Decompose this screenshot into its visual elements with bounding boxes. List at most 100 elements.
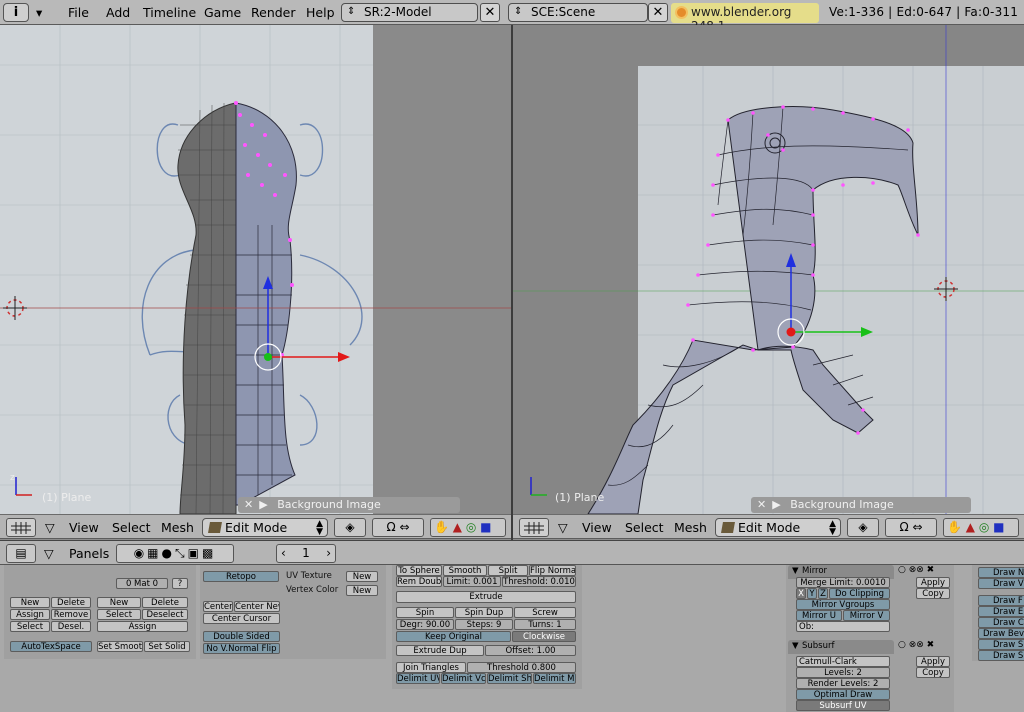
- right-arrow-icon[interactable]: ›: [326, 545, 331, 562]
- material-select-button[interactable]: Select: [97, 609, 141, 620]
- info-window-type-button[interactable]: i: [3, 3, 29, 22]
- delete-scene-button[interactable]: ✕: [648, 3, 668, 22]
- triangle-icon[interactable]: ▲: [966, 520, 975, 534]
- draw-type-button[interactable]: ◈: [847, 518, 879, 537]
- extrude-dup-button[interactable]: Extrude Dup: [396, 645, 484, 656]
- material-new-button[interactable]: New: [97, 597, 141, 608]
- smooth-button[interactable]: Smooth: [443, 565, 487, 576]
- background-image-bar[interactable]: ✕ ▶ Background Image: [238, 497, 460, 513]
- editing-icon[interactable]: ▣: [188, 546, 202, 560]
- vgroup-select-button[interactable]: Select: [10, 621, 50, 632]
- draw-type-button[interactable]: ◈: [334, 518, 366, 537]
- spin-dup-button[interactable]: Spin Dup: [455, 607, 513, 618]
- mirror-object-field[interactable]: Ob:: [796, 621, 890, 632]
- axis-y-toggle[interactable]: Y: [807, 588, 817, 599]
- modifier-controls-icon[interactable]: ○ ⊗⊗ ✖: [898, 640, 934, 650]
- delete-screen-button[interactable]: ✕: [480, 3, 500, 22]
- flip-normal-button[interactable]: Flip Normal: [529, 565, 576, 576]
- center-button[interactable]: Center: [203, 601, 233, 612]
- square-icon[interactable]: ■: [993, 520, 1004, 534]
- material-deselect-button[interactable]: Deselect: [142, 609, 188, 620]
- turns-field[interactable]: Turns: 1: [514, 619, 576, 630]
- expand-arrow-icon[interactable]: ▼: [792, 641, 799, 651]
- menu-timeline[interactable]: Timeline: [143, 5, 196, 20]
- menu-select[interactable]: Select: [625, 520, 664, 535]
- menu-collapse-arrow[interactable]: ▾: [36, 5, 42, 20]
- mirror-copy-button[interactable]: Copy: [916, 588, 950, 599]
- menu-collapse-arrow[interactable]: ▽: [558, 520, 568, 535]
- editor-type-button[interactable]: ▤: [6, 544, 36, 563]
- draw-seams-toggle[interactable]: Draw S: [978, 639, 1024, 650]
- axis-x-toggle[interactable]: X: [796, 588, 806, 599]
- editor-type-button[interactable]: [519, 518, 549, 537]
- menu-collapse-arrow[interactable]: ▽: [44, 546, 54, 561]
- menu-collapse-arrow[interactable]: ▽: [45, 520, 55, 535]
- pivot-button[interactable]: Ω ⇔: [885, 518, 937, 537]
- mirror-u-toggle[interactable]: Mirror U: [796, 610, 842, 621]
- merge-limit-field[interactable]: Merge Limit: 0.0010: [796, 577, 890, 588]
- menu-render[interactable]: Render: [251, 5, 296, 20]
- menu-mesh[interactable]: Mesh: [161, 520, 194, 535]
- menu-file[interactable]: File: [68, 5, 89, 20]
- scene-icon[interactable]: ▩: [202, 546, 216, 560]
- editor-type-button[interactable]: [6, 518, 36, 537]
- context-buttons[interactable]: ◉▦●⤡▣▩: [116, 544, 234, 563]
- blender-url-badge[interactable]: www.blender.org 248.1: [671, 3, 819, 33]
- mirror-v-toggle[interactable]: Mirror V: [843, 610, 890, 621]
- manipulator-buttons[interactable]: ✋ ▲ ◎ ■: [430, 518, 506, 537]
- menu-mesh[interactable]: Mesh: [674, 520, 707, 535]
- draw-normals-toggle[interactable]: Draw No: [978, 567, 1024, 578]
- modifier-controls-icon[interactable]: ○ ⊗⊗ ✖: [898, 565, 934, 575]
- to-sphere-button[interactable]: To Sphere: [396, 565, 442, 576]
- vgroup-desel-button[interactable]: Desel.: [51, 621, 91, 632]
- shading-icon[interactable]: ●: [162, 546, 175, 560]
- subsurf-apply-button[interactable]: Apply: [916, 656, 950, 667]
- expand-arrow-icon[interactable]: ▼: [792, 566, 799, 576]
- uv-texture-new-button[interactable]: New: [346, 571, 378, 582]
- menu-add[interactable]: Add: [106, 5, 130, 20]
- set-solid-button[interactable]: Set Solid: [144, 641, 190, 652]
- subsurf-type-selector[interactable]: Catmull-Clark: [796, 656, 890, 667]
- mirror-vgroups-toggle[interactable]: Mirror Vgroups: [796, 599, 890, 610]
- left-arrow-icon[interactable]: ‹: [281, 545, 286, 562]
- circle-icon[interactable]: ◎: [466, 520, 476, 534]
- menu-view[interactable]: View: [582, 520, 612, 535]
- delimit-ma-toggle[interactable]: Delimit Ma: [533, 673, 576, 684]
- material-delete-button[interactable]: Delete: [142, 597, 188, 608]
- spin-button[interactable]: Spin: [396, 607, 454, 618]
- logic-icon[interactable]: ◉: [134, 546, 147, 560]
- triangle-icon[interactable]: ▲: [453, 520, 462, 534]
- keep-original-toggle[interactable]: Keep Original: [396, 631, 511, 642]
- vgroup-new-button[interactable]: New: [10, 597, 50, 608]
- threshold-2-field[interactable]: Threshold 0.800: [467, 662, 576, 673]
- draw-edges-toggle[interactable]: Draw E: [978, 606, 1024, 617]
- menu-game[interactable]: Game: [204, 5, 241, 20]
- offset-field[interactable]: Offset: 1.00: [485, 645, 576, 656]
- screw-button[interactable]: Screw: [514, 607, 576, 618]
- material-index-field[interactable]: 0 Mat 0: [116, 578, 168, 589]
- mode-selector[interactable]: Edit Mode ▲ ▼: [202, 518, 328, 537]
- no-vnormal-flip-toggle[interactable]: No V.Normal Flip: [203, 643, 280, 654]
- render-levels-field[interactable]: Render Levels: 2: [796, 678, 890, 689]
- 3d-viewport-front[interactable]: z (1) Plane ✕ ▶ Background Image: [0, 25, 511, 514]
- autotexspace-toggle[interactable]: AutoTexSpace: [10, 641, 92, 652]
- subsurf-copy-button[interactable]: Copy: [916, 667, 950, 678]
- vgroup-assign-button[interactable]: Assign: [10, 609, 50, 620]
- do-clipping-toggle[interactable]: Do Clipping: [829, 588, 890, 599]
- close-icon[interactable]: ✕: [757, 498, 766, 511]
- center-cursor-button[interactable]: Center Cursor: [203, 613, 280, 624]
- threshold-field[interactable]: Threshold: 0.010: [502, 576, 576, 587]
- material-help-button[interactable]: ?: [172, 578, 188, 589]
- material-assign-button[interactable]: Assign: [97, 621, 188, 632]
- delimit-vco-toggle[interactable]: Delimit Vco: [441, 673, 486, 684]
- script-icon[interactable]: ▦: [147, 546, 161, 560]
- menu-help[interactable]: Help: [306, 5, 335, 20]
- menu-select[interactable]: Select: [112, 520, 151, 535]
- manipulator-buttons[interactable]: ✋ ▲ ◎ ■: [943, 518, 1019, 537]
- axis-z-toggle[interactable]: Z: [818, 588, 828, 599]
- set-smooth-button[interactable]: Set Smooth: [97, 641, 143, 652]
- draw-sharp-toggle[interactable]: Draw S: [978, 650, 1024, 661]
- levels-field[interactable]: Levels: 2: [796, 667, 890, 678]
- menu-view[interactable]: View: [69, 520, 99, 535]
- subsurf-modifier-header[interactable]: ▼ Subsurf: [788, 640, 894, 654]
